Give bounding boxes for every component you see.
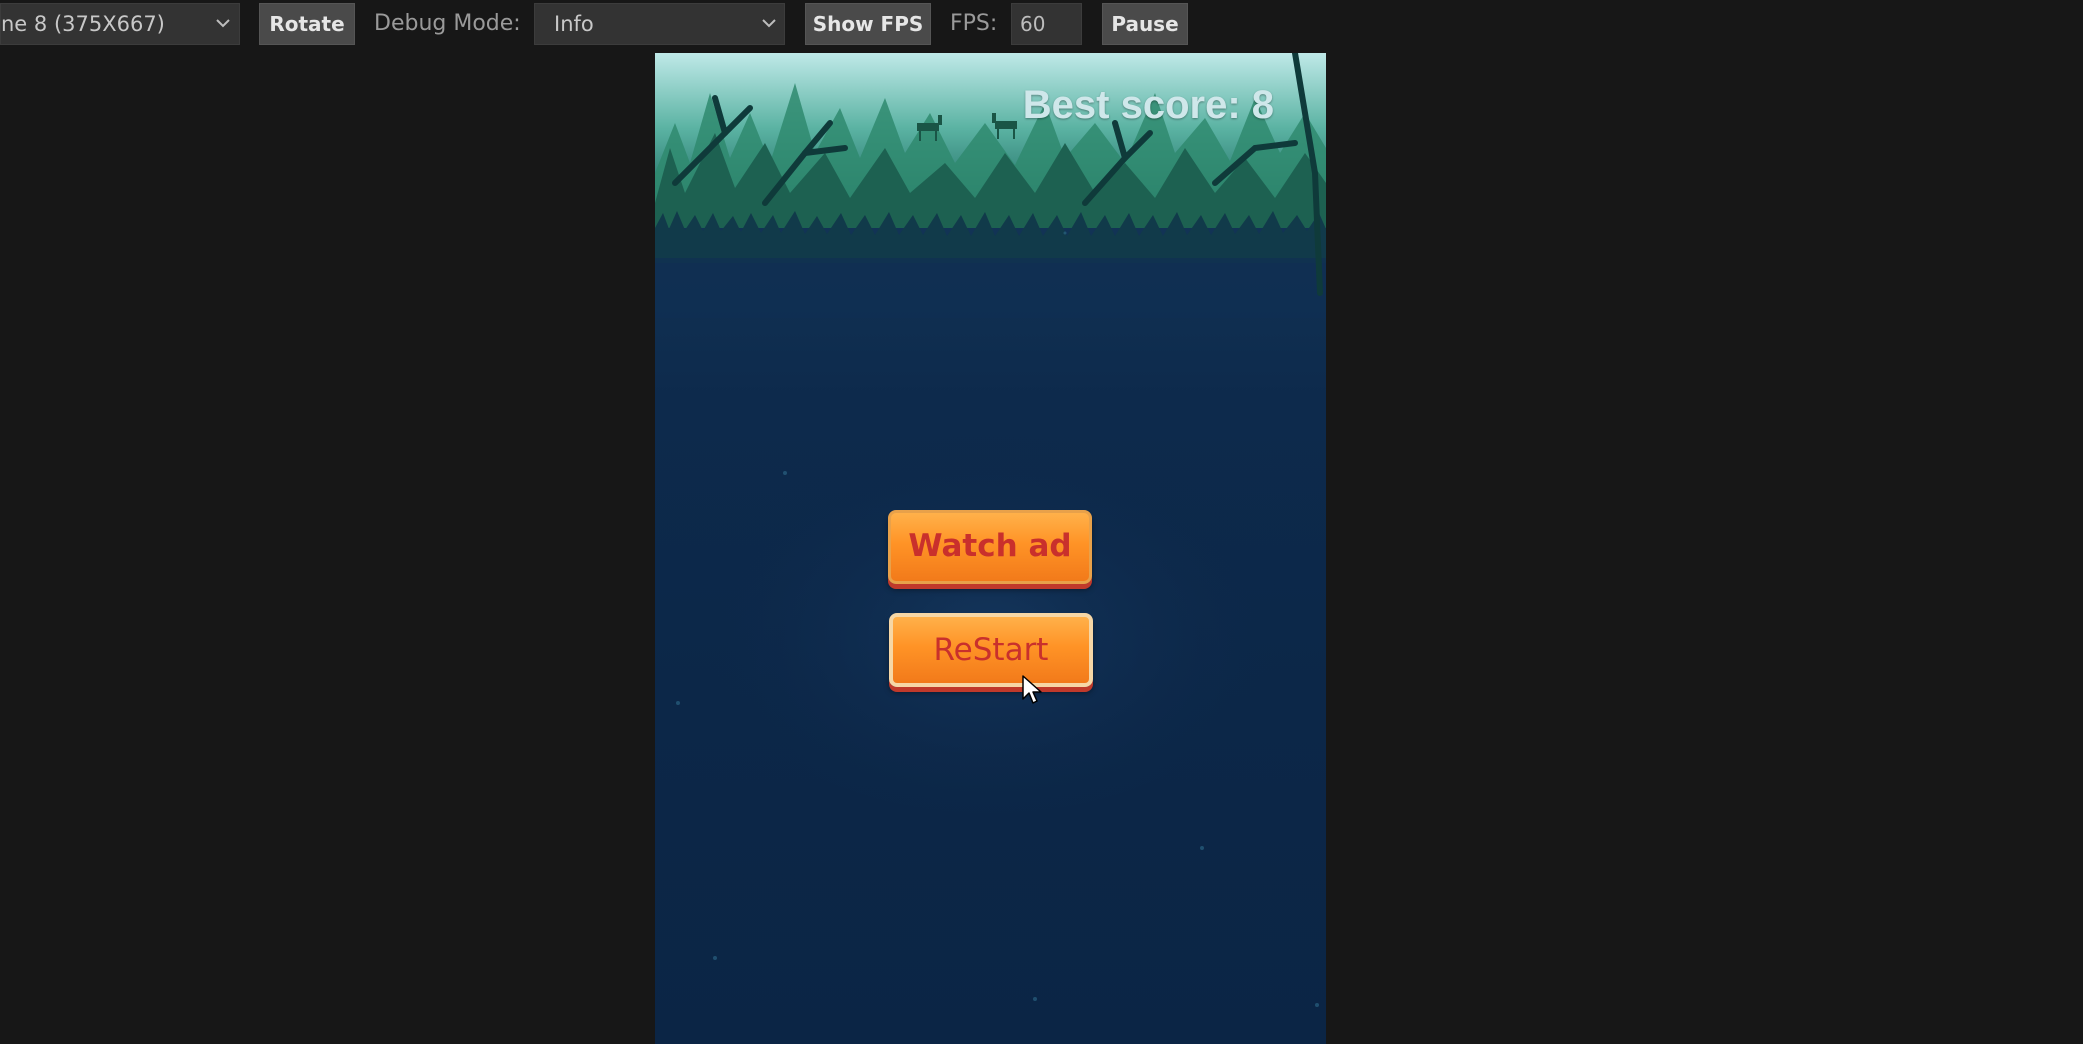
show-fps-button[interactable]: Show FPS	[805, 3, 931, 45]
fps-label: FPS:	[950, 11, 998, 36]
game-canvas[interactable]: Best score: 8 Watch ad ReStart	[655, 53, 1326, 1044]
watch-ad-button[interactable]: Watch ad	[888, 510, 1092, 584]
debug-mode-value: Info	[554, 12, 594, 36]
debug-mode-select[interactable]: Info	[534, 3, 785, 45]
device-select[interactable]: ne 8 (375X667)	[0, 3, 240, 45]
chevron-down-icon	[216, 19, 230, 28]
mouse-pointer-icon	[1022, 675, 1042, 704]
fps-input[interactable]: 60	[1011, 3, 1082, 45]
simulator-toolbar: ne 8 (375X667) Rotate Debug Mode: Info S…	[0, 0, 2083, 52]
restart-button[interactable]: ReStart	[889, 613, 1093, 687]
best-score-label: Best score: 8	[1022, 83, 1274, 127]
rotate-button[interactable]: Rotate	[259, 3, 355, 45]
debug-mode-label: Debug Mode:	[374, 11, 521, 36]
pause-button[interactable]: Pause	[1102, 3, 1188, 45]
chevron-down-icon	[762, 19, 776, 28]
device-select-value: ne 8 (375X667)	[1, 12, 165, 36]
